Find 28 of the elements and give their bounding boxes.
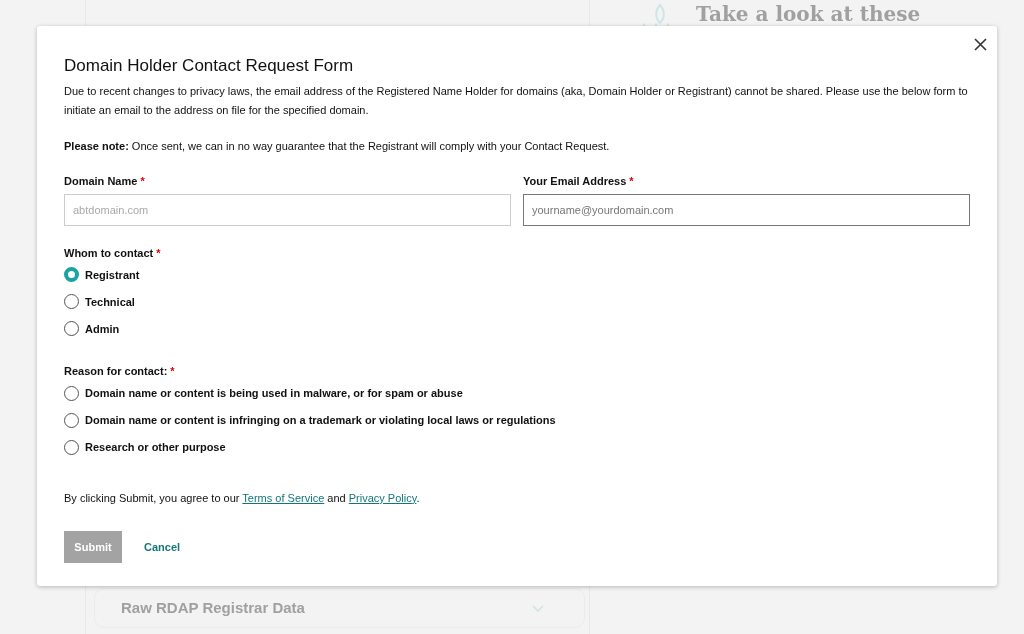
input-field[interactable]: yourname@yourdomain.com <box>523 193 970 226</box>
dialog-title: Domain Holder Contact Request Form <box>64 56 355 77</box>
radio-button[interactable] <box>64 439 79 455</box>
consent-text: By clicking Submit, you agree to our Terms of Service and Privacy Policy. <box>64 490 421 506</box>
radio-button[interactable] <box>64 294 79 310</box>
section-heading: Take a look at these <box>696 1 921 28</box>
close-icon[interactable] <box>974 35 987 48</box>
group-label: Whom to contact * <box>64 245 161 261</box>
radio-button[interactable] <box>64 321 79 337</box>
radio-label: Technical <box>85 294 135 310</box>
radio-button[interactable] <box>64 385 79 401</box>
chevron-down-icon <box>532 604 544 612</box>
radio-button[interactable] <box>64 412 79 428</box>
field-label: Domain Name * <box>64 174 145 190</box>
group-label: Reason for contact: * <box>64 364 175 380</box>
link[interactable]: Terms of Service <box>242 491 325 504</box>
note-text: Please note: Once sent, we can in no way guarantee that the Registrant will comply with your Contact Request. <box>64 139 611 155</box>
radio-label: Research or other purpose <box>85 440 226 456</box>
input-field[interactable]: abtdomain.com <box>64 193 511 226</box>
cancel-link[interactable]: Cancel <box>140 538 185 556</box>
radio-label: Domain name or content is infringing on a trademark or violating local laws or regulations <box>85 413 556 429</box>
radio-button[interactable] <box>64 267 79 283</box>
intro-text: Due to recent changes to privacy laws, the email address of the Registered Name Holder for domains (aka, Domain Holder or Registrant) cannot be shared. Please use the below form to initiate an email to the address on file for the specified domain. <box>64 84 969 119</box>
radio-label: Registrant <box>85 267 140 283</box>
field-label: Your Email Address * <box>523 174 634 190</box>
radio-label: Domain name or content is being used in malware, or for spam or abuse <box>85 386 463 402</box>
radio-label: Admin <box>85 321 120 337</box>
accordion-title: Raw RDAP Registrar Data <box>121 597 305 618</box>
